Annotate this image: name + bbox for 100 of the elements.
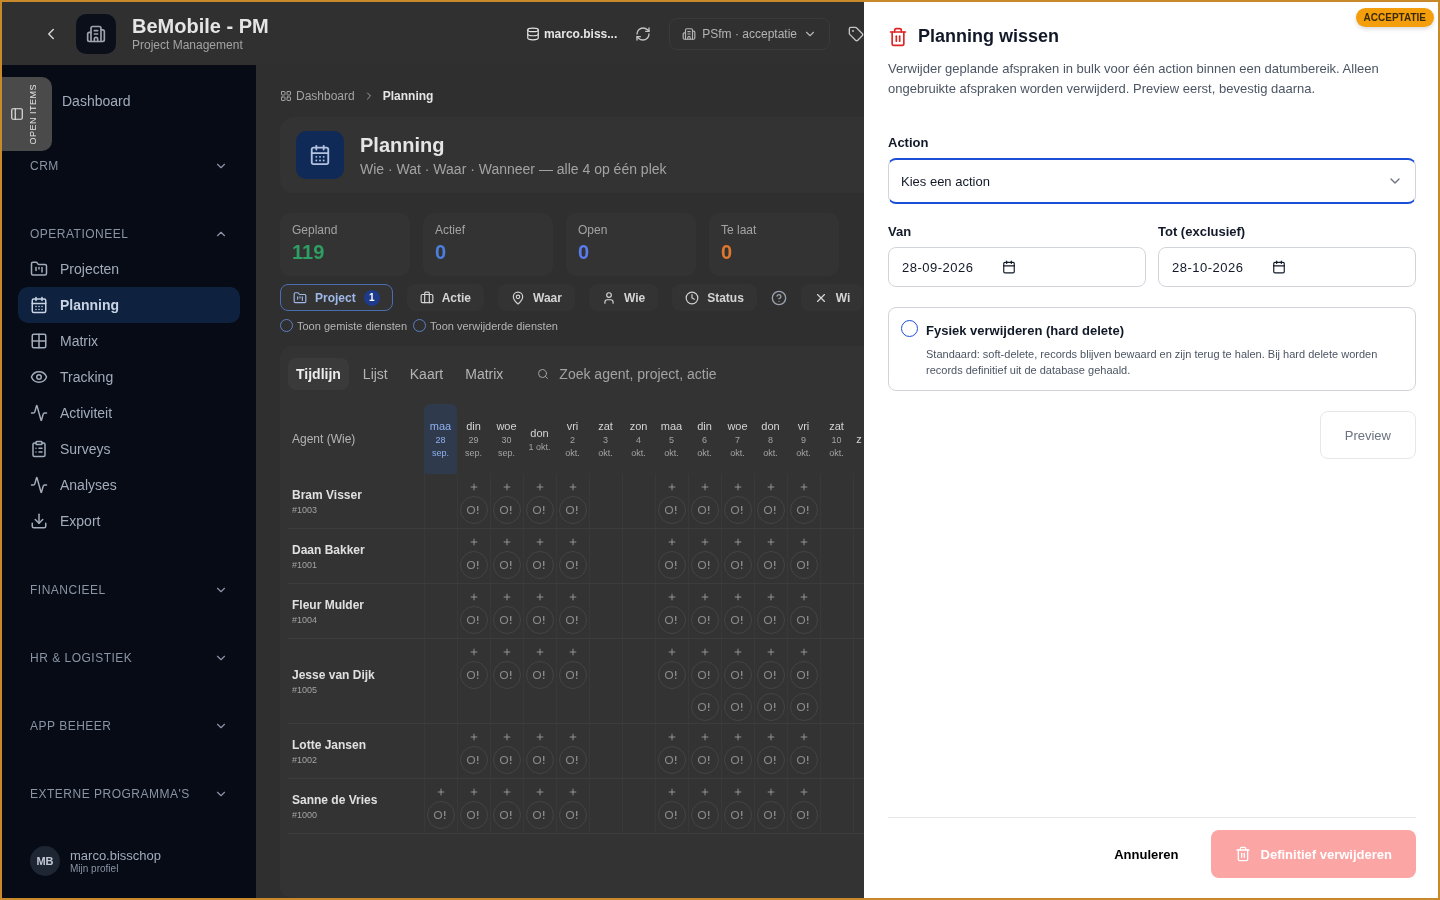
add-icon[interactable] bbox=[568, 592, 578, 602]
view-tab[interactable]: Matrix bbox=[457, 358, 512, 390]
slot-icon bbox=[566, 505, 580, 515]
sidebar-item[interactable]: Projecten bbox=[18, 251, 240, 287]
breadcrumb-link[interactable]: Dashboard bbox=[280, 89, 355, 103]
add-icon[interactable] bbox=[568, 732, 578, 742]
add-icon[interactable] bbox=[766, 537, 776, 547]
add-icon[interactable] bbox=[766, 787, 776, 797]
add-icon[interactable] bbox=[733, 592, 743, 602]
add-icon[interactable] bbox=[502, 732, 512, 742]
add-icon[interactable] bbox=[733, 647, 743, 657]
add-icon[interactable] bbox=[502, 647, 512, 657]
user-menu[interactable]: marco.biss... bbox=[525, 26, 618, 41]
search-field[interactable]: Zoek agent, project, actie bbox=[527, 359, 748, 389]
add-icon[interactable] bbox=[667, 787, 677, 797]
action-select[interactable]: Kies een action bbox=[888, 158, 1416, 204]
add-icon[interactable] bbox=[667, 482, 677, 492]
view-tab[interactable]: Lijst bbox=[354, 358, 396, 390]
filter-button[interactable]: Actie bbox=[406, 284, 485, 311]
toggle-option[interactable]: Toon verwijderde diensten bbox=[413, 319, 558, 332]
add-icon[interactable] bbox=[700, 592, 710, 602]
breadcrumb-current: Planning bbox=[382, 89, 434, 103]
profile-link[interactable]: Mijn profiel bbox=[70, 863, 162, 874]
add-icon[interactable] bbox=[799, 592, 809, 602]
add-icon[interactable] bbox=[436, 787, 446, 797]
dialog-description: Verwijder geplande afspraken in bulk voor één action binnen een datumbereik. Alleen ongebruikte afspraken worden verwijderd. Preview eerst, bevestig daarna. bbox=[888, 60, 1380, 98]
toggle-option[interactable]: Toon gemiste diensten bbox=[280, 319, 408, 332]
add-icon[interactable] bbox=[799, 787, 809, 797]
add-icon[interactable] bbox=[535, 537, 545, 547]
sidebar-item[interactable]: Activiteit bbox=[18, 395, 240, 431]
sidebar-item[interactable]: Matrix bbox=[18, 323, 240, 359]
add-icon[interactable] bbox=[535, 592, 545, 602]
add-icon[interactable] bbox=[535, 482, 545, 492]
sidebar-group[interactable]: OPERATIONEEL bbox=[18, 217, 240, 251]
cancel-button[interactable]: Annuleren bbox=[1106, 836, 1187, 872]
sidebar-item[interactable]: Surveys bbox=[18, 431, 240, 467]
add-icon[interactable] bbox=[766, 482, 776, 492]
add-icon[interactable] bbox=[733, 537, 743, 547]
add-icon[interactable] bbox=[469, 647, 479, 657]
add-icon[interactable] bbox=[568, 482, 578, 492]
preview-button[interactable]: Preview bbox=[1319, 411, 1416, 459]
sidebar-group[interactable]: HR & LOGISTIEK bbox=[18, 641, 240, 675]
clear-filter-button[interactable]: Wi bbox=[800, 284, 864, 311]
sidebar-item[interactable]: Planning bbox=[18, 287, 240, 323]
open-items-tab[interactable]: OPEN ITEMS bbox=[2, 77, 52, 151]
add-icon[interactable] bbox=[502, 592, 512, 602]
add-icon[interactable] bbox=[568, 787, 578, 797]
add-icon[interactable] bbox=[700, 647, 710, 657]
add-icon[interactable] bbox=[667, 732, 677, 742]
sidebar-item[interactable]: Tracking bbox=[18, 359, 240, 395]
add-icon[interactable] bbox=[766, 592, 776, 602]
sidebar-item[interactable]: Analyses bbox=[18, 467, 240, 503]
add-icon[interactable] bbox=[535, 732, 545, 742]
add-icon[interactable] bbox=[535, 647, 545, 657]
add-icon[interactable] bbox=[700, 537, 710, 547]
environment-select[interactable]: PSfm · acceptatie bbox=[669, 17, 830, 50]
slot-icon bbox=[797, 755, 811, 765]
filter-button[interactable]: Project 1 bbox=[280, 284, 393, 311]
sidebar-group[interactable]: FINANCIEEL bbox=[18, 573, 240, 607]
add-icon[interactable] bbox=[469, 482, 479, 492]
add-icon[interactable] bbox=[502, 537, 512, 547]
add-icon[interactable] bbox=[799, 537, 809, 547]
add-icon[interactable] bbox=[469, 787, 479, 797]
add-icon[interactable] bbox=[700, 732, 710, 742]
filter-button[interactable]: Wie bbox=[588, 284, 659, 311]
help-icon[interactable] bbox=[770, 289, 787, 306]
add-icon[interactable] bbox=[700, 787, 710, 797]
sidebar-item[interactable]: Export bbox=[18, 503, 240, 539]
sidebar-group[interactable]: EXTERNE PROGRAMMA'S bbox=[18, 777, 240, 811]
sidebar-group[interactable]: APP BEHEER bbox=[18, 709, 240, 743]
add-icon[interactable] bbox=[502, 787, 512, 797]
add-icon[interactable] bbox=[667, 647, 677, 657]
filter-button[interactable]: Waar bbox=[498, 284, 575, 311]
add-icon[interactable] bbox=[469, 732, 479, 742]
date-field[interactable]: 28-10-2026 bbox=[1158, 247, 1416, 287]
add-icon[interactable] bbox=[568, 647, 578, 657]
add-icon[interactable] bbox=[733, 787, 743, 797]
filter-button[interactable]: Status bbox=[672, 284, 757, 311]
add-icon[interactable] bbox=[469, 537, 479, 547]
date-field[interactable]: 28-09-2026 bbox=[888, 247, 1146, 287]
add-icon[interactable] bbox=[700, 482, 710, 492]
view-tab[interactable]: Kaart bbox=[401, 358, 452, 390]
add-icon[interactable] bbox=[766, 647, 776, 657]
add-icon[interactable] bbox=[799, 647, 809, 657]
sidebar-item[interactable]: Dashboard bbox=[58, 83, 240, 119]
add-icon[interactable] bbox=[469, 592, 479, 602]
add-icon[interactable] bbox=[667, 592, 677, 602]
add-icon[interactable] bbox=[799, 482, 809, 492]
refresh-icon[interactable] bbox=[635, 25, 652, 42]
add-icon[interactable] bbox=[766, 732, 776, 742]
view-tab[interactable]: Tijdlijn bbox=[288, 358, 349, 390]
add-icon[interactable] bbox=[502, 482, 512, 492]
add-icon[interactable] bbox=[799, 732, 809, 742]
tag-icon[interactable] bbox=[848, 25, 864, 42]
add-icon[interactable] bbox=[568, 537, 578, 547]
add-icon[interactable] bbox=[733, 482, 743, 492]
add-icon[interactable] bbox=[535, 787, 545, 797]
add-icon[interactable] bbox=[733, 732, 743, 742]
add-icon[interactable] bbox=[667, 537, 677, 547]
sidebar-group[interactable]: CRM bbox=[18, 149, 240, 183]
